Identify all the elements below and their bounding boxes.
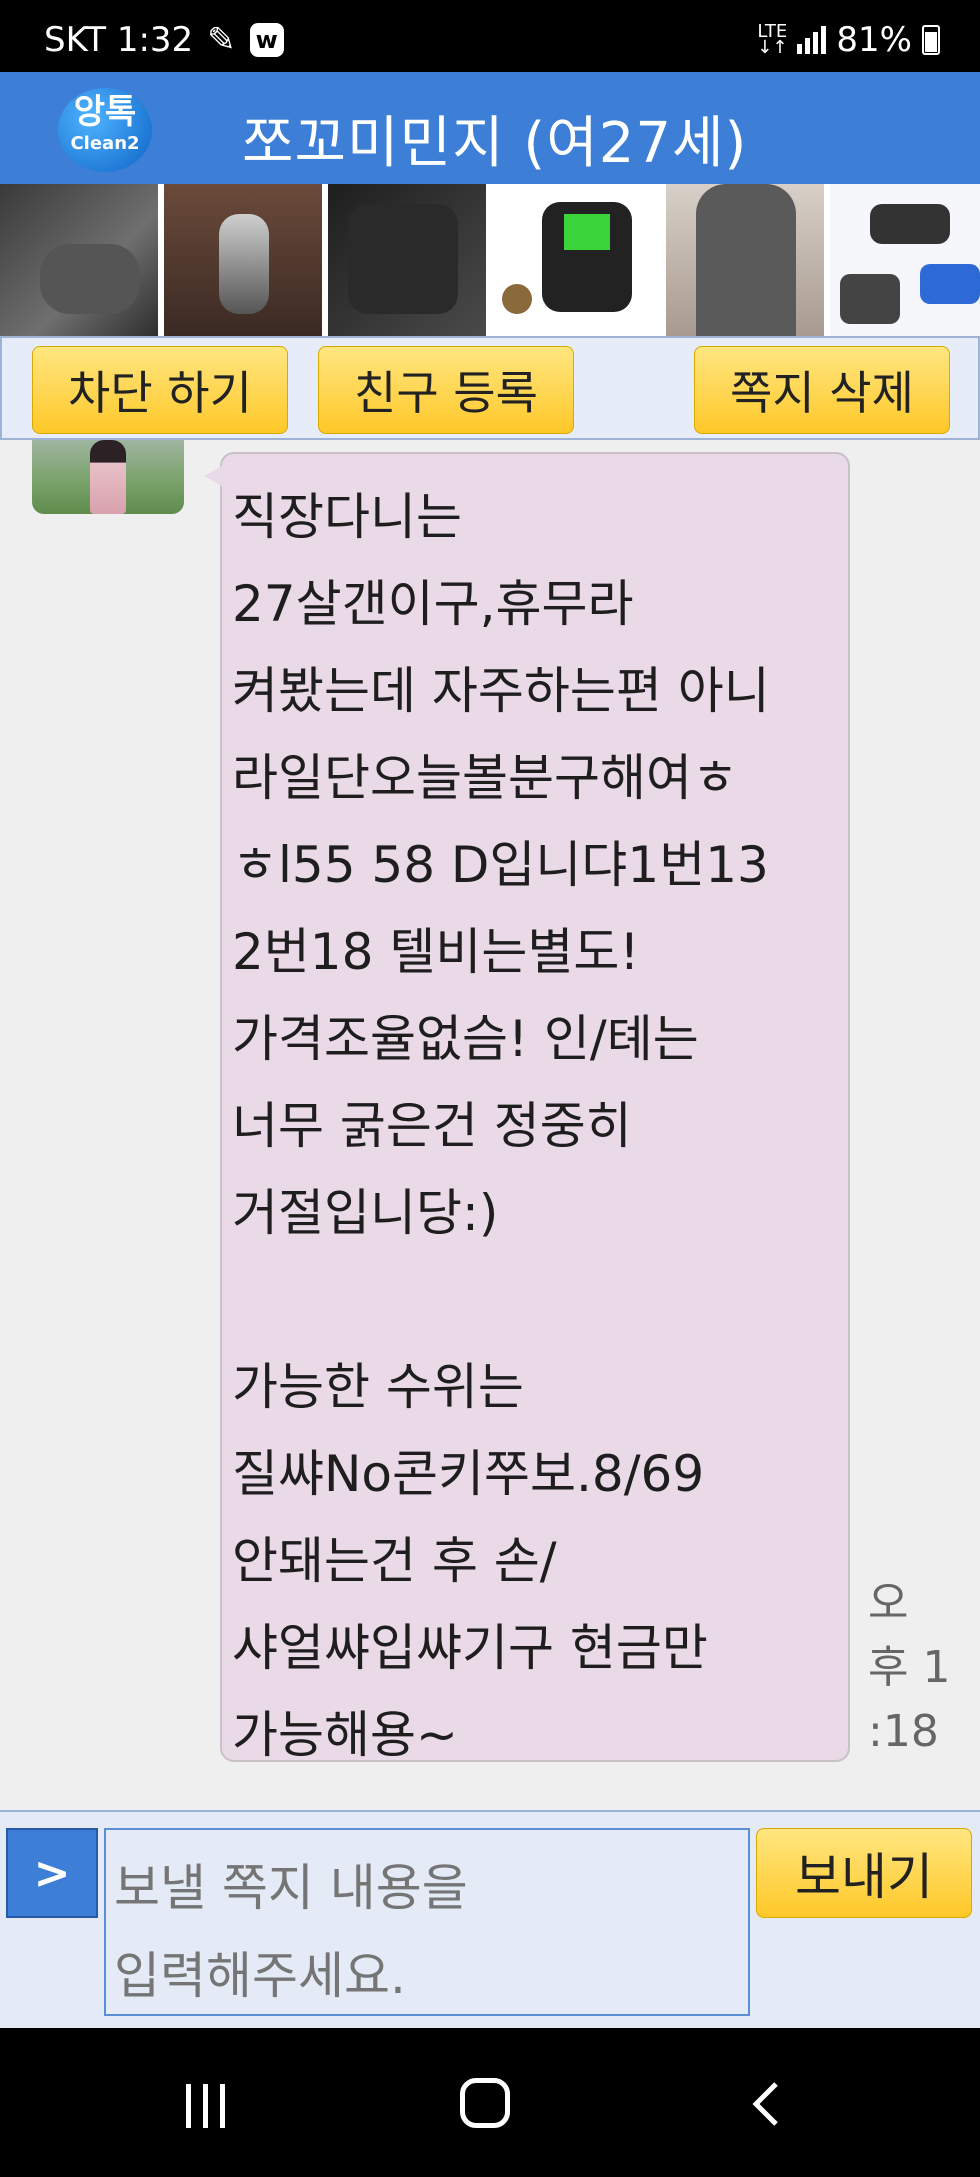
signal-icon: [797, 26, 827, 54]
back-icon[interactable]: [744, 2080, 792, 2128]
send-button[interactable]: 보내기: [756, 1828, 972, 1918]
car-seat-ad[interactable]: [328, 184, 486, 336]
message-line: 안돼는건 후 손/: [232, 1532, 557, 1590]
car-key-case-ad[interactable]: [164, 184, 322, 336]
message-line: 샤얼쌰입쌰기구 현금만: [232, 1619, 708, 1677]
message-line: 너무 굵은건 정중히: [232, 1097, 632, 1155]
app-logo[interactable]: 앙톡 Clean2: [58, 88, 152, 172]
delete-message-button[interactable]: 쪽지 삭제: [694, 346, 950, 434]
block-button[interactable]: 차단 하기: [32, 346, 288, 434]
message-line: 가격조율없슴! 인/톄는: [232, 1010, 699, 1068]
message-line: 직장다니는: [232, 488, 462, 546]
drone-ad[interactable]: [830, 184, 980, 336]
message-input[interactable]: [104, 1828, 750, 2016]
message-line: [232, 1257, 848, 1344]
add-friend-button[interactable]: 친구 등록: [318, 346, 574, 434]
message-actions: 차단 하기 친구 등록 쪽지 삭제: [0, 336, 980, 440]
status-bar: SKT 1:32 ✎ w LTE ↓↑ 81%: [0, 0, 980, 72]
message-line: 가능한 수위는: [232, 1358, 524, 1416]
sender-avatar[interactable]: [32, 440, 184, 514]
recent-apps-icon[interactable]: [186, 2084, 234, 2128]
lte-icon: LTE ↓↑: [757, 21, 788, 58]
message-line: 거절입니당:): [232, 1184, 499, 1242]
conversation-title: 쪼꼬미민지 (여27세): [242, 111, 748, 176]
compose-bar: > 보내기: [0, 1810, 980, 2028]
app-header: 앙톡 Clean2 쪼꼬미민지 (여27세): [0, 72, 980, 184]
message-line: 2번18 텔비는별도!: [232, 923, 640, 981]
battery-percent: 81%: [836, 20, 912, 60]
expand-arrow-button[interactable]: >: [6, 1828, 98, 1918]
fishing-reel-ad[interactable]: [492, 184, 660, 336]
home-icon[interactable]: [460, 2078, 510, 2128]
message-timestamp: 오 후 1 :18: [868, 1578, 951, 1757]
message-bubble: 직장다니는 27살갠이구,휴무라 켜봤는데 자주하는편 아니 라일단오늘볼분구해…: [204, 452, 850, 1764]
ad-banner-strip[interactable]: [0, 184, 980, 336]
message-line: 가능해용~: [232, 1706, 458, 1764]
message-line: ㅎl55 58 D입니댜1번13: [232, 836, 769, 894]
lumbar-cushion-ad[interactable]: [0, 184, 158, 336]
system-nav-bar: [0, 2028, 980, 2177]
message-line: 라일단오늘볼분구해여ㅎ: [232, 749, 738, 807]
message-line: 켜봤는데 자주하는편 아니: [232, 662, 770, 720]
battery-icon: [922, 25, 940, 55]
message-line: 질쌰No콘키쭈보.8/69: [232, 1445, 705, 1503]
app-notification-icon: w: [249, 23, 284, 57]
carrier-time: SKT 1:32: [44, 20, 194, 60]
sweater-ad[interactable]: [666, 184, 824, 336]
pen-icon: ✎: [207, 20, 236, 60]
message-line: 27살갠이구,휴무라: [232, 575, 634, 633]
